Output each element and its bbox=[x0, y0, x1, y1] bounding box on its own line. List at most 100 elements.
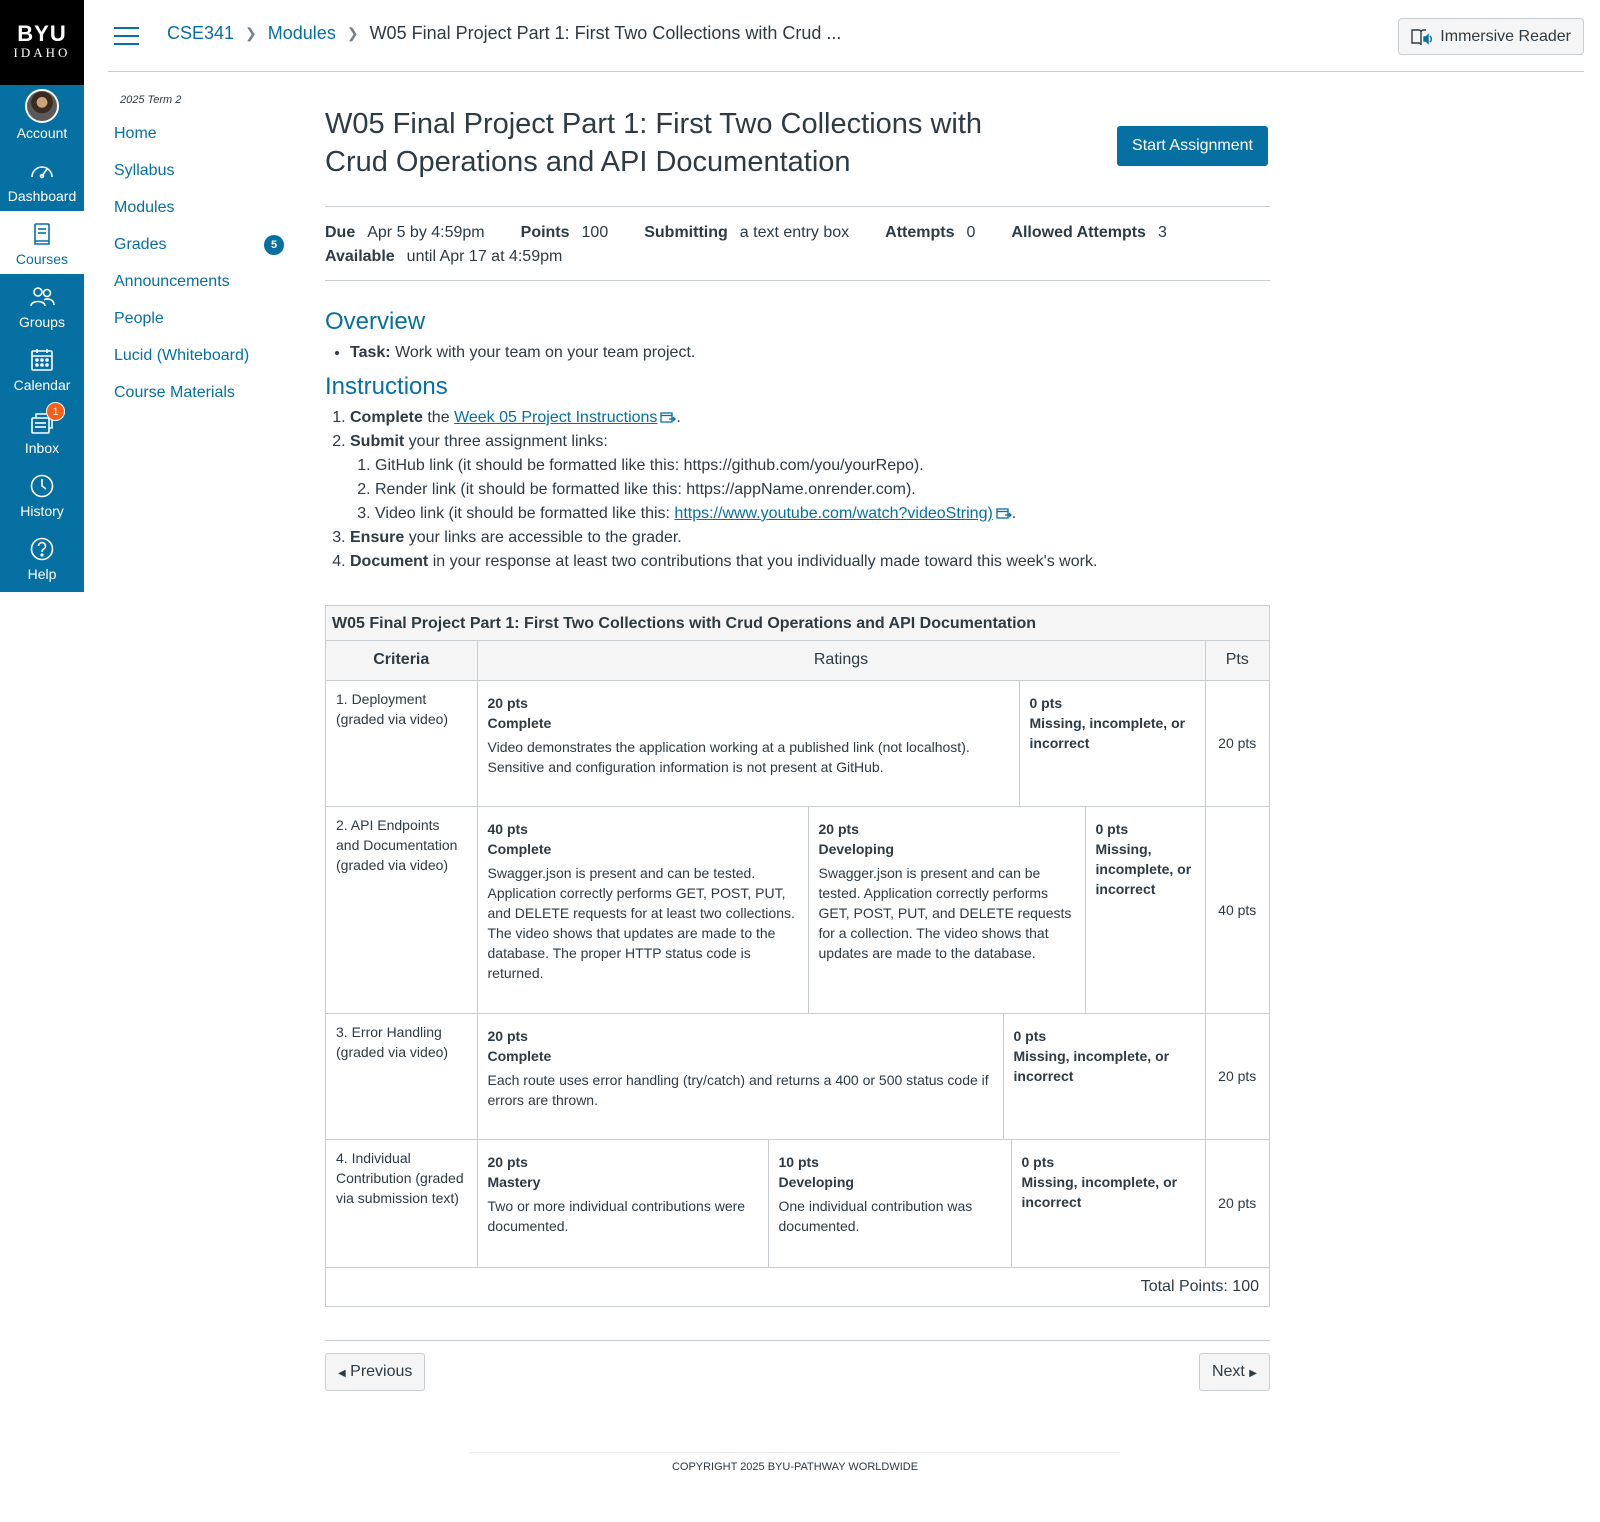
global-nav-label: Calendar bbox=[13, 377, 71, 393]
rating-points: 20 pts bbox=[818, 820, 859, 837]
avatar bbox=[25, 89, 59, 123]
available-value: until Apr 17 at 4:59pm bbox=[406, 248, 563, 265]
ratings-header: Ratings bbox=[477, 641, 1206, 681]
breadcrumb-course[interactable]: CSE341 bbox=[167, 23, 234, 44]
course-nav-people[interactable]: People bbox=[114, 309, 284, 346]
course-nav-announcements[interactable]: Announcements bbox=[114, 272, 284, 309]
global-nav-inbox[interactable]: 1 Inbox bbox=[0, 400, 84, 463]
global-nav-history[interactable]: History bbox=[0, 463, 84, 526]
criterion: 2. API Endpoints and Documentation (grad… bbox=[326, 806, 478, 1014]
instruction-text: the bbox=[427, 409, 450, 426]
global-nav-calendar[interactable]: Calendar bbox=[0, 337, 84, 400]
rubric: W05 Final Project Part 1: First Two Coll… bbox=[325, 605, 1270, 1307]
list-item: Document in your response at least two c… bbox=[350, 550, 1270, 574]
rating: 40 pts Complete Swagger.json is present … bbox=[478, 806, 809, 1013]
week05-instructions-link[interactable]: Week 05 Project Instructions bbox=[454, 409, 657, 426]
rating-description: Two or more individual contributions wer… bbox=[487, 1197, 746, 1234]
list-item: Ensure your links are accessible to the … bbox=[350, 526, 1270, 550]
start-assignment-button[interactable]: Start Assignment bbox=[1117, 126, 1268, 166]
rating-points: 20 pts bbox=[487, 694, 528, 711]
available-label: Available bbox=[325, 248, 395, 265]
task-text: Work with your team on your team project… bbox=[395, 344, 696, 361]
rating: 20 pts Mastery Two or more individual co… bbox=[478, 1139, 769, 1267]
course-nav-label: Grades bbox=[114, 236, 167, 253]
rubric-total: Total Points: 100 bbox=[1140, 1277, 1259, 1295]
table-row: 3. Error Handling (graded via video) 20 … bbox=[326, 1013, 1269, 1140]
list-item: GitHub link (it should be formatted like… bbox=[375, 454, 1270, 478]
task-label: Task: bbox=[350, 344, 391, 361]
global-nav-help[interactable]: Help bbox=[0, 526, 84, 589]
course-nav: 2025 Term 2 Home Syllabus Modules Grades… bbox=[114, 94, 284, 420]
rating-description: One individual contribution was document… bbox=[778, 1197, 973, 1234]
immersive-reader-button[interactable]: Immersive Reader bbox=[1398, 18, 1584, 55]
previous-button[interactable]: ◀ Previous bbox=[325, 1352, 426, 1391]
course-nav-syllabus[interactable]: Syllabus bbox=[114, 161, 284, 198]
next-button[interactable]: Next ▶ bbox=[1198, 1352, 1270, 1391]
attempts-value: 0 bbox=[966, 224, 976, 241]
ratings: 20 pts Mastery Two or more individual co… bbox=[478, 1139, 1205, 1267]
points-label: Points bbox=[520, 224, 570, 241]
breadcrumb-current: W05 Final Project Part 1: First Two Coll… bbox=[369, 23, 842, 43]
list-item: Complete the Week 05 Project Instruction… bbox=[350, 406, 1270, 430]
course-nav-home[interactable]: Home bbox=[114, 124, 284, 161]
global-nav-account[interactable]: Account bbox=[0, 85, 84, 148]
criteria-header: Criteria bbox=[326, 641, 478, 681]
course-nav-grades[interactable]: Grades 5 bbox=[114, 235, 284, 272]
instruction-text: your links are accessible to the grader. bbox=[408, 529, 682, 546]
assignment-details: Due Apr 5 by 4:59pm Points 100 Submittin… bbox=[325, 207, 1270, 281]
global-nav-groups[interactable]: Groups bbox=[0, 274, 84, 337]
attempts-label: Attempts bbox=[885, 224, 955, 241]
course-nav-modules[interactable]: Modules bbox=[114, 198, 284, 235]
ratings-cell: 20 pts Mastery Two or more individual co… bbox=[477, 1139, 1206, 1268]
help-icon bbox=[30, 537, 54, 561]
global-nav-label: Help bbox=[27, 566, 57, 582]
list-item: Video link (it should be formatted like … bbox=[375, 502, 1270, 526]
previous-label: Previous bbox=[350, 1362, 413, 1380]
due-label: Due bbox=[325, 224, 356, 241]
rating-title: Missing, incomplete, or incorrect bbox=[1095, 840, 1192, 897]
instruction-text: your three assignment links: bbox=[408, 433, 608, 450]
rating: 20 pts Complete Video demonstrates the a… bbox=[478, 680, 1020, 806]
rating-description: Each route uses error handling (try/catc… bbox=[487, 1071, 989, 1108]
history-icon bbox=[30, 474, 54, 498]
table-row: 4. Individual Contribution (graded via s… bbox=[326, 1139, 1269, 1268]
rating: 20 pts Complete Each route uses error ha… bbox=[478, 1013, 1004, 1139]
criterion-points: 20 pts bbox=[1205, 1139, 1269, 1268]
calendar-icon bbox=[31, 349, 53, 371]
global-nav-dashboard[interactable]: Dashboard bbox=[0, 148, 84, 211]
immersive-reader-label: Immersive Reader bbox=[1440, 27, 1571, 45]
criterion-points: 20 pts bbox=[1205, 1013, 1269, 1140]
course-nav-lucid[interactable]: Lucid (Whiteboard) bbox=[114, 346, 284, 383]
rating-description: Swagger.json is present and can be teste… bbox=[818, 864, 1072, 961]
points-value: 100 bbox=[581, 224, 609, 241]
course-menu-toggle[interactable] bbox=[114, 27, 139, 47]
course-nav-materials[interactable]: Course Materials bbox=[114, 383, 284, 420]
rating-points: 20 pts bbox=[487, 1153, 528, 1170]
criterion: 1. Deployment (graded via video) bbox=[326, 680, 478, 807]
rating: 20 pts Developing Swagger.json is presen… bbox=[809, 806, 1086, 1013]
overview-heading: Overview bbox=[325, 308, 426, 335]
logo-top-text: BYU bbox=[17, 21, 67, 46]
allowed-attempts-label: Allowed Attempts bbox=[1011, 224, 1146, 241]
instructions-list: Complete the Week 05 Project Instruction… bbox=[350, 406, 1270, 574]
hamburger-icon-line bbox=[114, 43, 139, 45]
byu-idaho-logo[interactable]: BYU IDAHO bbox=[0, 0, 84, 85]
global-nav-courses[interactable]: Courses bbox=[0, 211, 84, 274]
module-pager: ◀ Previous Next ▶ bbox=[325, 1339, 1270, 1414]
breadcrumb-modules[interactable]: Modules bbox=[268, 23, 336, 44]
rating: 0 pts Missing, incomplete, or incorrect bbox=[1086, 807, 1205, 1013]
rating-description: Video demonstrates the application worki… bbox=[487, 738, 970, 775]
rubric-header-row: Criteria Ratings Pts bbox=[326, 641, 1269, 681]
ratings: 20 pts Complete Each route uses error ha… bbox=[478, 1013, 1205, 1139]
global-nav-label: Groups bbox=[19, 314, 65, 330]
next-label: Next bbox=[1211, 1362, 1245, 1380]
title-row: W05 Final Project Part 1: First Two Coll… bbox=[325, 105, 1270, 207]
instruction-keyword: Submit bbox=[350, 433, 405, 450]
youtube-example-link[interactable]: https://www.youtube.com/watch?videoStrin… bbox=[674, 505, 992, 522]
rating-points: 40 pts bbox=[487, 820, 528, 837]
instructions-heading: Instructions bbox=[325, 373, 448, 400]
breadcrumb: CSE341 ❯ Modules ❯ W05 Final Project Par… bbox=[167, 23, 841, 44]
criterion: 4. Individual Contribution (graded via s… bbox=[326, 1139, 478, 1268]
hamburger-icon-line bbox=[114, 35, 139, 37]
ratings-cell: 40 pts Complete Swagger.json is present … bbox=[477, 806, 1206, 1014]
